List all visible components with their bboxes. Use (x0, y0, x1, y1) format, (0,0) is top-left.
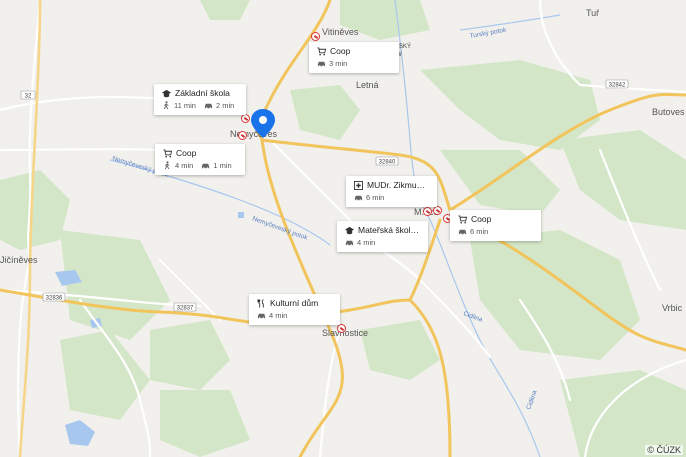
drive-time: 4 min (269, 311, 288, 320)
poi-card-coop-1[interactable]: Coop 3 min (309, 42, 399, 73)
poi-marker-doctor[interactable] (423, 207, 432, 216)
poi-card-zakladni-skola[interactable]: Základní škola 11 min 2 min (154, 84, 246, 115)
road-number-32842: 32842 (609, 83, 626, 89)
poi-marker-kindergarten[interactable] (433, 206, 442, 215)
poi-card-coop-3[interactable]: Coop 6 min (450, 210, 541, 241)
poi-marker-school[interactable] (241, 114, 250, 123)
place-label-letna: Letná (356, 80, 379, 90)
poi-card-kulturni-dum[interactable]: Kulturní dům 4 min (249, 294, 340, 325)
car-icon (458, 227, 467, 236)
poi-title: Coop (176, 148, 197, 158)
place-label-butoves: Butoves (652, 107, 685, 117)
poi-marker-culture[interactable] (337, 324, 346, 333)
car-icon (257, 311, 266, 320)
poi-title: Coop (330, 46, 351, 56)
road-number-32836: 32836 (46, 296, 63, 302)
car-icon (345, 238, 354, 247)
school-icon (345, 226, 354, 235)
medical-icon (354, 180, 363, 190)
cart-icon (163, 148, 173, 158)
road-number-32840: 32840 (379, 160, 396, 166)
car-icon (354, 193, 363, 202)
poi-title: Mateřská škola M... (358, 225, 420, 235)
drive-time: 3 min (329, 59, 348, 68)
poi-title: Coop (471, 214, 492, 224)
school-icon (162, 89, 171, 98)
cart-icon (317, 46, 327, 56)
walk-icon (163, 161, 172, 170)
poi-card-coop-2[interactable]: Coop 4 min 1 min (155, 144, 245, 175)
walk-time: 4 min (175, 161, 194, 170)
car-icon (204, 101, 213, 110)
car-icon (317, 59, 326, 68)
drive-time: 2 min (215, 101, 235, 110)
car-icon (201, 161, 210, 170)
drive-time: 4 min (357, 238, 376, 247)
drive-time: 6 min (470, 227, 489, 236)
poi-marker-coop-2[interactable] (238, 131, 247, 140)
drive-time: 1 min (213, 161, 232, 170)
walk-icon (162, 101, 171, 110)
road-number-32: 32 (25, 94, 32, 100)
poi-marker-coop-1[interactable] (311, 32, 320, 41)
poi-title: MUDr. Zikmund Z... (367, 180, 429, 190)
road-number-32837: 32837 (177, 306, 194, 312)
copyright-attribution[interactable]: © ČÚZK (645, 445, 683, 455)
place-label-vrbice: Vrbic (662, 303, 683, 313)
poi-card-materska-skola[interactable]: Mateřská škola M... 4 min (337, 221, 428, 252)
poi-title: Základní škola (175, 88, 230, 98)
poi-title: Kulturní dům (270, 298, 319, 308)
place-label-tur: Tuř (586, 8, 600, 18)
poi-card-mudr-zikmund[interactable]: MUDr. Zikmund Z... 6 min (346, 176, 437, 207)
cart-icon (458, 214, 468, 224)
walk-time: 11 min (174, 101, 196, 110)
drive-time: 6 min (366, 193, 385, 202)
fork-knife-icon (257, 298, 266, 308)
place-label-vitineves: Vitiněves (322, 27, 359, 37)
place-label-jicineves: Jičíněves (0, 255, 38, 265)
